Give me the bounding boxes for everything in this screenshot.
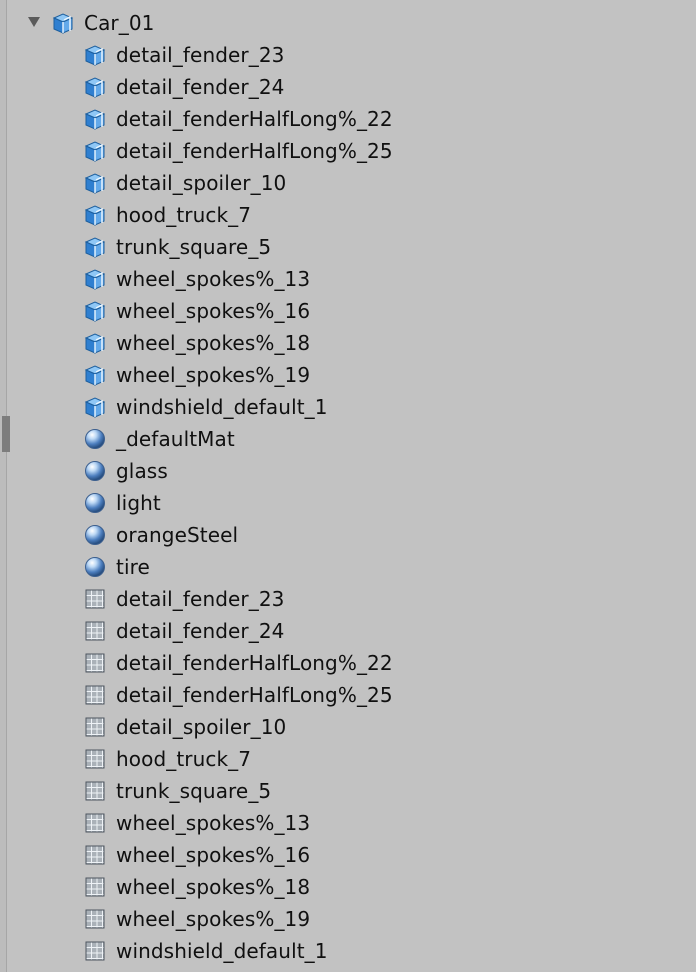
tree-item-label: detail_fenderHalfLong%_22 [116, 107, 393, 131]
tree-item[interactable]: detail_fenderHalfLong%_22 [0, 647, 696, 679]
tree-item[interactable]: wheel_spokes%_19 [0, 359, 696, 391]
tree-item[interactable]: detail_fenderHalfLong%_25 [0, 679, 696, 711]
tree-item-label: wheel_spokes%_16 [116, 843, 311, 867]
material-sphere-icon [84, 428, 106, 450]
tree-item-label: detail_fender_23 [116, 43, 285, 67]
mesh-grid-icon [84, 812, 106, 834]
tree-item[interactable]: wheel_spokes%_13 [0, 263, 696, 295]
tree-item[interactable]: trunk_square_5 [0, 775, 696, 807]
mesh-grid-icon [84, 588, 106, 610]
tree-item-label: detail_spoiler_10 [116, 715, 287, 739]
tree-item-label: detail_fender_24 [116, 619, 285, 643]
tree-item[interactable]: detail_fenderHalfLong%_22 [0, 103, 696, 135]
tree-item[interactable]: detail_fender_24 [0, 615, 696, 647]
tree-item-label: detail_fenderHalfLong%_25 [116, 139, 393, 163]
tree-item-label: hood_truck_7 [116, 203, 252, 227]
tree-item[interactable]: wheel_spokes%_19 [0, 903, 696, 935]
tree-item-label: trunk_square_5 [116, 235, 272, 259]
tree-item[interactable]: _defaultMat [0, 423, 696, 455]
tree-item[interactable]: detail_fender_23 [0, 39, 696, 71]
mesh-grid-icon [84, 716, 106, 738]
prefab-icon [84, 76, 106, 98]
mesh-grid-icon [84, 780, 106, 802]
mesh-grid-icon [84, 652, 106, 674]
prefab-icon [84, 204, 106, 226]
mesh-grid-icon [84, 908, 106, 930]
tree-item[interactable]: windshield_default_1 [0, 391, 696, 423]
mesh-grid-icon [84, 748, 106, 770]
tree-item-label: _defaultMat [116, 427, 235, 451]
tree-item[interactable]: wheel_spokes%_16 [0, 839, 696, 871]
tree-item[interactable]: orangeSteel [0, 519, 696, 551]
prefab-icon [84, 236, 106, 258]
tree-item[interactable]: tire [0, 551, 696, 583]
tree-item-label: wheel_spokes%_18 [116, 331, 311, 355]
tree-item[interactable]: detail_fenderHalfLong%_25 [0, 135, 696, 167]
prefab-icon [84, 396, 106, 418]
tree-item-label: windshield_default_1 [116, 395, 328, 419]
prefab-icon [84, 108, 106, 130]
prefab-icon [84, 364, 106, 386]
tree-item-label: light [116, 491, 161, 515]
material-sphere-icon [84, 556, 106, 578]
tree-root-item[interactable]: Car_01 [0, 7, 696, 39]
mesh-grid-icon [84, 876, 106, 898]
tree-item[interactable]: wheel_spokes%_16 [0, 295, 696, 327]
mesh-grid-icon [84, 684, 106, 706]
tree-item-label: wheel_spokes%_13 [116, 811, 311, 835]
prefab-icon [84, 44, 106, 66]
tree-item-label: detail_fender_24 [116, 75, 285, 99]
tree-item[interactable]: light [0, 487, 696, 519]
tree-item-label: trunk_square_5 [116, 779, 272, 803]
tree-root-label: Car_01 [84, 11, 155, 35]
tree-item-label: detail_fender_23 [116, 587, 285, 611]
foldout-arrow-icon[interactable] [28, 17, 40, 27]
tree-item-label: detail_fenderHalfLong%_25 [116, 683, 393, 707]
tree-item-label: tire [116, 555, 150, 579]
tree-item[interactable]: glass [0, 455, 696, 487]
material-sphere-icon [84, 460, 106, 482]
asset-tree: Car_01 detail_fender_23 detail_fender_24… [0, 7, 696, 967]
tree-item-label: hood_truck_7 [116, 747, 252, 771]
material-sphere-icon [84, 492, 106, 514]
tree-item[interactable]: wheel_spokes%_18 [0, 871, 696, 903]
mesh-grid-icon [84, 620, 106, 642]
tree-item-label: detail_spoiler_10 [116, 171, 287, 195]
tree-item[interactable]: hood_truck_7 [0, 199, 696, 231]
tree-item[interactable]: detail_spoiler_10 [0, 711, 696, 743]
prefab-icon [84, 172, 106, 194]
tree-item-label: orangeSteel [116, 523, 239, 547]
prefab-icon [84, 140, 106, 162]
prefab-icon [84, 268, 106, 290]
mesh-grid-icon [84, 940, 106, 962]
tree-item-label: windshield_default_1 [116, 939, 328, 963]
mesh-grid-icon [84, 844, 106, 866]
prefab-icon [84, 332, 106, 354]
tree-item-label: glass [116, 459, 168, 483]
tree-item[interactable]: trunk_square_5 [0, 231, 696, 263]
tree-item[interactable]: detail_spoiler_10 [0, 167, 696, 199]
tree-item[interactable]: detail_fender_23 [0, 583, 696, 615]
tree-children: detail_fender_23 detail_fender_24 detail… [0, 39, 696, 967]
tree-item[interactable]: hood_truck_7 [0, 743, 696, 775]
tree-item-label: wheel_spokes%_19 [116, 363, 311, 387]
tree-item[interactable]: detail_fender_24 [0, 71, 696, 103]
tree-item[interactable]: wheel_spokes%_13 [0, 807, 696, 839]
tree-item-label: wheel_spokes%_19 [116, 907, 311, 931]
tree-item-label: wheel_spokes%_13 [116, 267, 311, 291]
prefab-icon [52, 12, 74, 34]
tree-item[interactable]: windshield_default_1 [0, 935, 696, 967]
prefab-icon [84, 300, 106, 322]
tree-item-label: detail_fenderHalfLong%_22 [116, 651, 393, 675]
material-sphere-icon [84, 524, 106, 546]
tree-item[interactable]: wheel_spokes%_18 [0, 327, 696, 359]
tree-item-label: wheel_spokes%_16 [116, 299, 311, 323]
tree-item-label: wheel_spokes%_18 [116, 875, 311, 899]
